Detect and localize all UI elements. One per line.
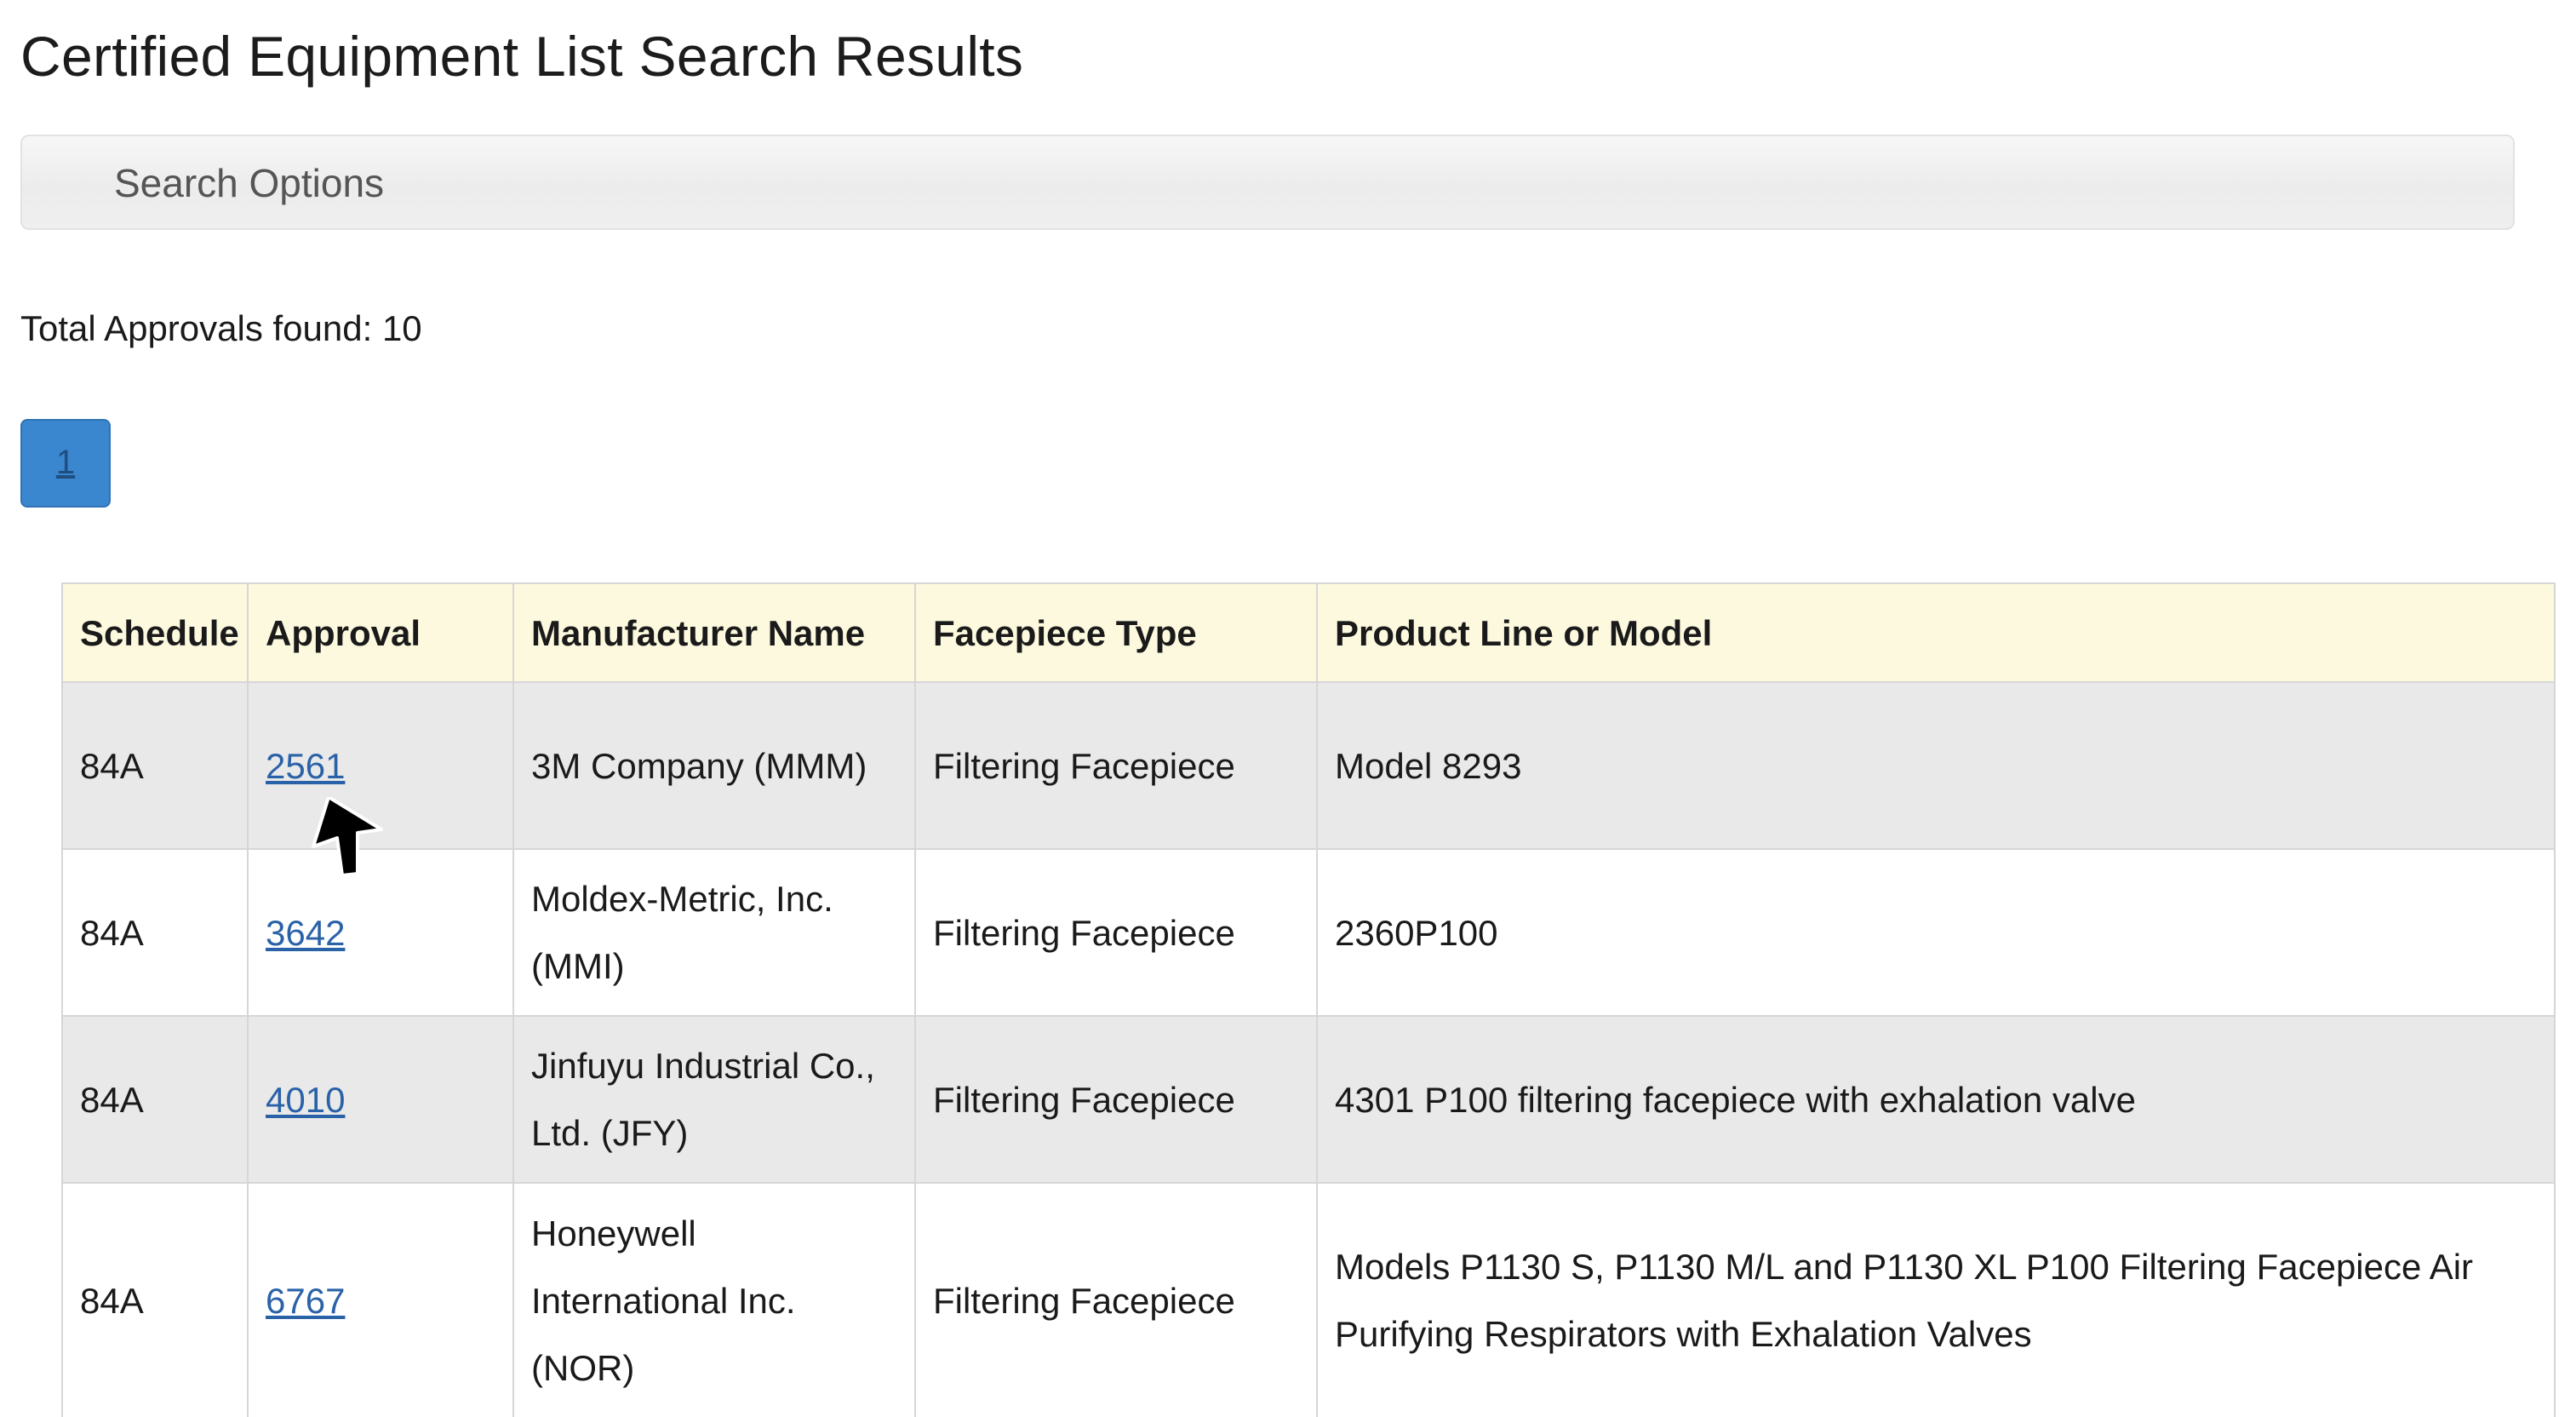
column-header-schedule: Schedule — [61, 582, 249, 683]
cell-approval: 6767 — [247, 1182, 514, 1417]
cell-product-line: 2360P100 — [1316, 848, 2556, 1017]
page: Certified Equipment List Search Results … — [0, 0, 2576, 1417]
approval-link[interactable]: 6767 — [266, 1281, 345, 1321]
table-row: 84A 2561 3M Company (MMM) Filtering Face… — [61, 681, 2556, 850]
table-header-row: Schedule Approval Manufacturer Name Face… — [61, 582, 2556, 683]
column-header-manufacturer: Manufacturer Name — [512, 582, 916, 683]
table-row: 84A 4010 Jinfuyu Industrial Co., Ltd. (J… — [61, 1015, 2556, 1184]
column-header-facepiece-type: Facepiece Type — [914, 582, 1318, 683]
table-row: 84A 3642 Moldex-Metric, Inc. (MMI) Filte… — [61, 848, 2556, 1017]
cell-schedule: 84A — [61, 1182, 249, 1417]
cell-product-line: Models P1130 S, P1130 M/L and P1130 XL P… — [1316, 1182, 2556, 1417]
search-options-label[interactable]: Search Options — [114, 160, 384, 206]
cell-facepiece-type: Filtering Facepiece — [914, 1182, 1318, 1417]
cell-facepiece-type: Filtering Facepiece — [914, 1015, 1318, 1184]
page-title: Certified Equipment List Search Results — [20, 25, 1024, 88]
cell-manufacturer: Jinfuyu Industrial Co., Ltd. (JFY) — [512, 1015, 916, 1184]
cell-product-line: Model 8293 — [1316, 681, 2556, 850]
approval-link[interactable]: 3642 — [266, 913, 345, 953]
table-row: 84A 6767 Honeywell International Inc. (N… — [61, 1182, 2556, 1417]
column-header-product-line: Product Line or Model — [1316, 582, 2556, 683]
search-options-panel[interactable]: Search Options — [20, 135, 2515, 230]
cell-schedule: 84A — [61, 681, 249, 850]
approval-link[interactable]: 2561 — [266, 746, 345, 786]
column-header-approval: Approval — [247, 582, 514, 683]
cell-manufacturer: Moldex-Metric, Inc. (MMI) — [512, 848, 916, 1017]
approval-link[interactable]: 4010 — [266, 1080, 345, 1120]
cell-facepiece-type: Filtering Facepiece — [914, 848, 1318, 1017]
total-approvals-count: Total Approvals found: 10 — [20, 308, 422, 348]
cell-schedule: 84A — [61, 848, 249, 1017]
cell-approval: 4010 — [247, 1015, 514, 1184]
cell-product-line: 4301 P100 filtering facepiece with exhal… — [1316, 1015, 2556, 1184]
cell-manufacturer: Honeywell International Inc. (NOR) — [512, 1182, 916, 1417]
mouse-pointer-arrow-icon — [312, 797, 383, 877]
cell-facepiece-type: Filtering Facepiece — [914, 681, 1318, 850]
cell-manufacturer: 3M Company (MMM) — [512, 681, 916, 850]
cell-schedule: 84A — [61, 1015, 249, 1184]
results-table: Schedule Approval Manufacturer Name Face… — [61, 582, 2556, 1417]
pagination-page-1[interactable]: 1 — [20, 419, 111, 508]
